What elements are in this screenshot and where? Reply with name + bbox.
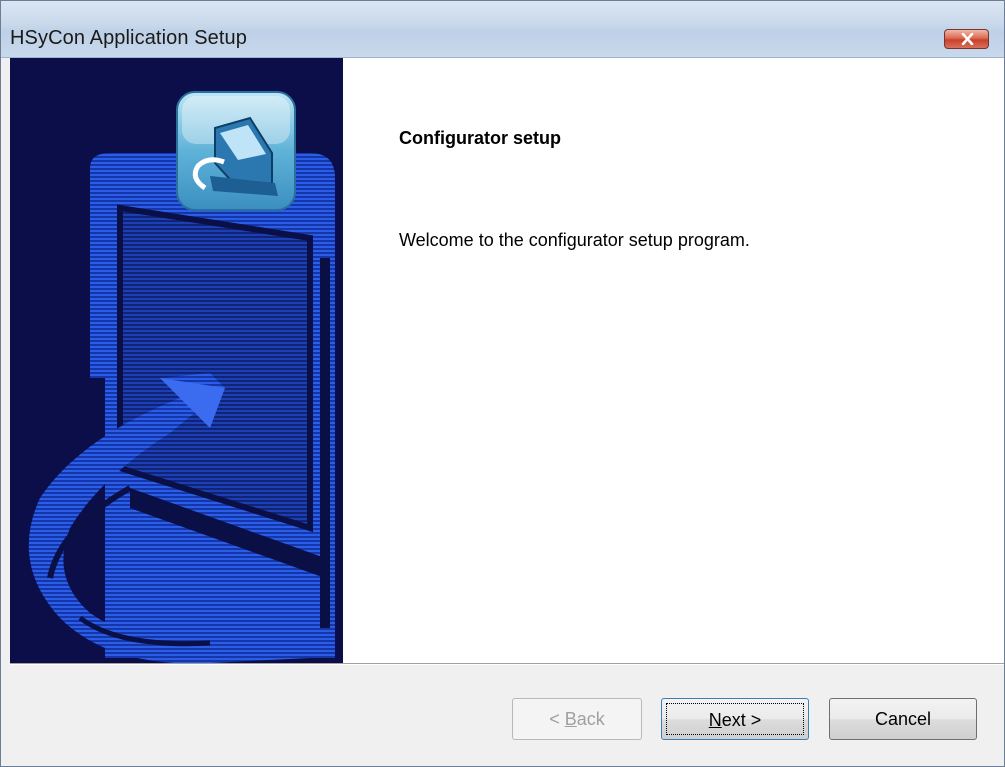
button-separator	[10, 663, 1004, 665]
title-bar[interactable]: HSyCon Application Setup	[1, 1, 1004, 58]
close-button[interactable]	[944, 29, 989, 49]
back-button[interactable]: < Back	[512, 698, 642, 740]
page-heading: Configurator setup	[399, 128, 561, 148]
setup-window: HSyCon Application Setup Configurator se…	[0, 0, 1005, 767]
window-title: HSyCon Application Setup	[10, 27, 247, 49]
close-icon	[961, 33, 974, 45]
dialog-client-area: Configurator setup Welcome to the config…	[10, 58, 1004, 766]
cancel-button[interactable]: Cancel	[829, 698, 977, 740]
setup-wizard-graphic-icon	[10, 58, 343, 663]
welcome-text: Welcome to the configurator setup progra…	[399, 230, 750, 250]
next-button[interactable]: Next >	[661, 698, 809, 740]
next-button-rest: ext >	[721, 710, 762, 730]
content-panel: Configurator setup Welcome to the config…	[343, 58, 1004, 663]
next-button-accel: N	[708, 710, 722, 730]
setup-banner	[10, 58, 343, 663]
next-button-focus-rect: Next >	[666, 703, 804, 735]
back-button-prefix: <	[549, 709, 565, 729]
back-button-rest: ack	[576, 709, 605, 729]
back-button-accel: B	[564, 709, 577, 729]
